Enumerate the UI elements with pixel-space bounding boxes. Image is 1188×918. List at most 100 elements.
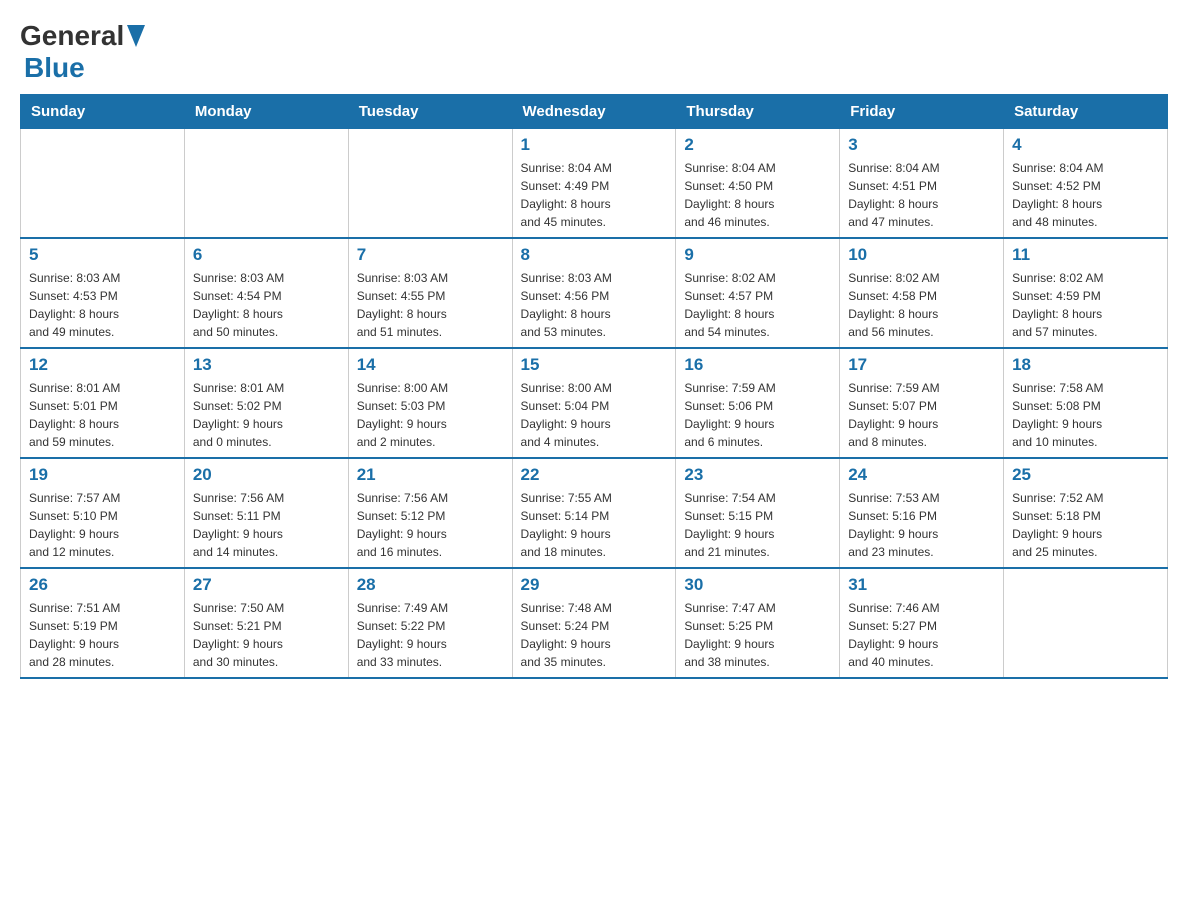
calendar-cell: 3Sunrise: 8:04 AM Sunset: 4:51 PM Daylig… xyxy=(840,129,1004,239)
day-number: 1 xyxy=(521,135,668,155)
day-info: Sunrise: 8:04 AM Sunset: 4:50 PM Dayligh… xyxy=(684,159,831,231)
day-info: Sunrise: 7:59 AM Sunset: 5:07 PM Dayligh… xyxy=(848,379,995,451)
day-info: Sunrise: 7:56 AM Sunset: 5:12 PM Dayligh… xyxy=(357,489,504,561)
calendar-cell: 16Sunrise: 7:59 AM Sunset: 5:06 PM Dayli… xyxy=(676,348,840,458)
day-info: Sunrise: 7:53 AM Sunset: 5:16 PM Dayligh… xyxy=(848,489,995,561)
calendar-cell: 9 Sunrise: 8:02 AM Sunset: 4:57 PM Daylig… xyxy=(676,238,840,348)
calendar-cell: 4 Sunrise: 8:04 AM Sunset: 4:52 PM Daylig… xyxy=(1004,129,1168,239)
calendar-cell: 26 Sunrise: 7:51 AM Sunset: 5:19 PM Dayli… xyxy=(21,568,185,678)
calendar-cell: 21 Sunrise: 7:56 AM Sunset: 5:12 PM Dayli… xyxy=(348,458,512,568)
day-info: Sunrise: 7:50 AM Sunset: 5:21 PM Dayligh… xyxy=(193,599,340,671)
day-info: Sunrise: 7:48 AM Sunset: 5:24 PM Dayligh… xyxy=(521,599,668,671)
day-number: 17 xyxy=(848,355,995,375)
day-number: 19 xyxy=(29,465,176,485)
day-number: 26 xyxy=(29,575,176,595)
calendar-cell: 27 Sunrise: 7:50 AM Sunset: 5:21 PM Dayli… xyxy=(184,568,348,678)
day-number: 30 xyxy=(684,575,831,595)
day-number: 21 xyxy=(357,465,504,485)
calendar-cell: 17 Sunrise: 7:59 AM Sunset: 5:07 PM Dayli… xyxy=(840,348,1004,458)
day-info: Sunrise: 8:01 AM Sunset: 5:02 PM Dayligh… xyxy=(193,379,340,451)
calendar-cell: 23Sunrise: 7:54 AM Sunset: 5:15 PM Dayli… xyxy=(676,458,840,568)
calendar-week-row: 5 Sunrise: 8:03 AM Sunset: 4:53 PM Daylig… xyxy=(21,238,1168,348)
calendar-cell xyxy=(21,129,185,239)
day-number: 15 xyxy=(521,355,668,375)
day-info: Sunrise: 8:00 AM Sunset: 5:04 PM Dayligh… xyxy=(521,379,668,451)
day-header-tuesday: Tuesday xyxy=(348,95,512,129)
day-info: Sunrise: 8:03 AM Sunset: 4:53 PM Dayligh… xyxy=(29,269,176,341)
logo: General Blue xyxy=(20,20,145,84)
calendar-cell: 5 Sunrise: 8:03 AM Sunset: 4:53 PM Daylig… xyxy=(21,238,185,348)
logo-triangle-icon xyxy=(127,25,145,52)
day-info: Sunrise: 8:02 AM Sunset: 4:57 PM Dayligh… xyxy=(684,269,831,341)
day-header-friday: Friday xyxy=(840,95,1004,129)
day-header-sunday: Sunday xyxy=(21,95,185,129)
day-number: 20 xyxy=(193,465,340,485)
day-header-saturday: Saturday xyxy=(1004,95,1168,129)
day-number: 7 xyxy=(357,245,504,265)
day-info: Sunrise: 7:51 AM Sunset: 5:19 PM Dayligh… xyxy=(29,599,176,671)
calendar-cell: 25 Sunrise: 7:52 AM Sunset: 5:18 PM Dayli… xyxy=(1004,458,1168,568)
calendar-week-row: 19 Sunrise: 7:57 AM Sunset: 5:10 PM Dayli… xyxy=(21,458,1168,568)
calendar-cell: 7 Sunrise: 8:03 AM Sunset: 4:55 PM Daylig… xyxy=(348,238,512,348)
day-number: 10 xyxy=(848,245,995,265)
calendar-cell: 6 Sunrise: 8:03 AM Sunset: 4:54 PM Daylig… xyxy=(184,238,348,348)
day-info: Sunrise: 8:03 AM Sunset: 4:54 PM Dayligh… xyxy=(193,269,340,341)
calendar-cell: 12Sunrise: 8:01 AM Sunset: 5:01 PM Dayli… xyxy=(21,348,185,458)
day-number: 14 xyxy=(357,355,504,375)
day-number: 9 xyxy=(684,245,831,265)
calendar-cell: 10 Sunrise: 8:02 AM Sunset: 4:58 PM Dayli… xyxy=(840,238,1004,348)
calendar-cell xyxy=(1004,568,1168,678)
day-info: Sunrise: 7:56 AM Sunset: 5:11 PM Dayligh… xyxy=(193,489,340,561)
logo-blue-text: Blue xyxy=(24,52,85,84)
day-info: Sunrise: 8:01 AM Sunset: 5:01 PM Dayligh… xyxy=(29,379,176,451)
calendar-cell: 28Sunrise: 7:49 AM Sunset: 5:22 PM Dayli… xyxy=(348,568,512,678)
day-info: Sunrise: 7:52 AM Sunset: 5:18 PM Dayligh… xyxy=(1012,489,1159,561)
day-number: 24 xyxy=(848,465,995,485)
calendar-cell: 8Sunrise: 8:03 AM Sunset: 4:56 PM Daylig… xyxy=(512,238,676,348)
day-info: Sunrise: 8:00 AM Sunset: 5:03 PM Dayligh… xyxy=(357,379,504,451)
day-number: 11 xyxy=(1012,245,1159,265)
day-number: 6 xyxy=(193,245,340,265)
calendar-cell: 20 Sunrise: 7:56 AM Sunset: 5:11 PM Dayli… xyxy=(184,458,348,568)
calendar-week-row: 1Sunrise: 8:04 AM Sunset: 4:49 PM Daylig… xyxy=(21,129,1168,239)
day-info: Sunrise: 8:02 AM Sunset: 4:59 PM Dayligh… xyxy=(1012,269,1159,341)
day-number: 28 xyxy=(357,575,504,595)
day-number: 16 xyxy=(684,355,831,375)
day-number: 29 xyxy=(521,575,668,595)
day-number: 4 xyxy=(1012,135,1159,155)
calendar-cell: 29 Sunrise: 7:48 AM Sunset: 5:24 PM Dayli… xyxy=(512,568,676,678)
calendar-cell: 15 Sunrise: 8:00 AM Sunset: 5:04 PM Dayli… xyxy=(512,348,676,458)
day-info: Sunrise: 8:04 AM Sunset: 4:52 PM Dayligh… xyxy=(1012,159,1159,231)
day-number: 18 xyxy=(1012,355,1159,375)
day-header-wednesday: Wednesday xyxy=(512,95,676,129)
day-header-monday: Monday xyxy=(184,95,348,129)
calendar-cell: 2 Sunrise: 8:04 AM Sunset: 4:50 PM Daylig… xyxy=(676,129,840,239)
calendar-week-row: 12Sunrise: 8:01 AM Sunset: 5:01 PM Dayli… xyxy=(21,348,1168,458)
day-number: 2 xyxy=(684,135,831,155)
day-info: Sunrise: 7:54 AM Sunset: 5:15 PM Dayligh… xyxy=(684,489,831,561)
calendar-cell: 1Sunrise: 8:04 AM Sunset: 4:49 PM Daylig… xyxy=(512,129,676,239)
day-number: 8 xyxy=(521,245,668,265)
calendar-cell: 18Sunrise: 7:58 AM Sunset: 5:08 PM Dayli… xyxy=(1004,348,1168,458)
calendar-cell: 13Sunrise: 8:01 AM Sunset: 5:02 PM Dayli… xyxy=(184,348,348,458)
day-number: 5 xyxy=(29,245,176,265)
day-info: Sunrise: 7:57 AM Sunset: 5:10 PM Dayligh… xyxy=(29,489,176,561)
calendar-cell: 30 Sunrise: 7:47 AM Sunset: 5:25 PM Dayli… xyxy=(676,568,840,678)
day-number: 27 xyxy=(193,575,340,595)
day-info: Sunrise: 8:04 AM Sunset: 4:51 PM Dayligh… xyxy=(848,159,995,231)
page-header: General Blue xyxy=(20,20,1168,84)
day-info: Sunrise: 8:03 AM Sunset: 4:55 PM Dayligh… xyxy=(357,269,504,341)
calendar-cell: 11 Sunrise: 8:02 AM Sunset: 4:59 PM Dayli… xyxy=(1004,238,1168,348)
calendar-cell: 24 Sunrise: 7:53 AM Sunset: 5:16 PM Dayli… xyxy=(840,458,1004,568)
calendar-cell: 22Sunrise: 7:55 AM Sunset: 5:14 PM Dayli… xyxy=(512,458,676,568)
day-info: Sunrise: 8:02 AM Sunset: 4:58 PM Dayligh… xyxy=(848,269,995,341)
day-info: Sunrise: 7:46 AM Sunset: 5:27 PM Dayligh… xyxy=(848,599,995,671)
calendar-cell: 19 Sunrise: 7:57 AM Sunset: 5:10 PM Dayli… xyxy=(21,458,185,568)
day-info: Sunrise: 7:55 AM Sunset: 5:14 PM Dayligh… xyxy=(521,489,668,561)
calendar-cell xyxy=(184,129,348,239)
calendar-header-row: SundayMondayTuesdayWednesdayThursdayFrid… xyxy=(21,95,1168,129)
day-number: 25 xyxy=(1012,465,1159,485)
logo-general-text: General xyxy=(20,20,124,52)
day-header-thursday: Thursday xyxy=(676,95,840,129)
day-info: Sunrise: 7:47 AM Sunset: 5:25 PM Dayligh… xyxy=(684,599,831,671)
